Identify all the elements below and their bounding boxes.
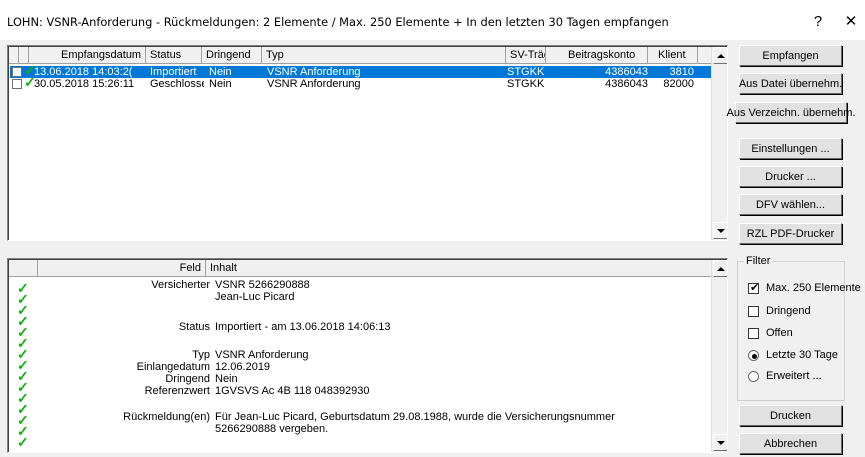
cell-typ: VSNR Anforderung	[267, 78, 361, 90]
scroll-up-arrow-icon[interactable]	[713, 260, 727, 277]
detail-key: Versicherter	[151, 279, 210, 291]
col-header-empfangsdatum[interactable]: Empfangsdatum	[29, 47, 146, 64]
detail-value: 12.06.2019	[215, 361, 271, 373]
list-scrollbar[interactable]	[711, 47, 727, 240]
cell-beitragskonto: 4386043	[605, 78, 648, 90]
einstellungen-button[interactable]: Einstellungen ...	[739, 138, 842, 159]
detail-key: Einlangedatum	[136, 361, 210, 373]
detail-value: Für Jean-Luc Picard, Geburtsdatum 29.08.…	[215, 411, 615, 423]
empfangen-button[interactable]: Empfangen	[739, 45, 842, 66]
cell-beitragskonto: 4386043	[605, 66, 648, 78]
message-list[interactable]: Empfangsdatum Status Dringend Typ SV-Trä…	[7, 45, 728, 241]
details-scrollbar[interactable]	[711, 260, 727, 452]
cell-klient: 82000	[663, 78, 694, 90]
cell-typ: VSNR Anforderung	[267, 66, 361, 78]
detail-key: Referenzwert	[144, 385, 210, 397]
col-header-klient[interactable]: Klient	[648, 47, 698, 64]
cell-dringend: Nein	[209, 78, 232, 90]
detail-value: Jean-Luc Picard	[215, 291, 295, 303]
detail-key: Typ	[192, 349, 210, 361]
filter-group: Filter ✔ Max. 250 Elemente Dringend Offe…	[737, 255, 861, 401]
detail-key: Rückmeldung(en)	[123, 411, 210, 423]
col-header-typ[interactable]: Typ	[262, 47, 506, 64]
detail-value: VSNR Anforderung	[215, 349, 309, 361]
cell-klient: 3810	[669, 66, 694, 78]
detail-key: Dringend	[165, 373, 210, 385]
detail-value: Nein	[215, 373, 238, 385]
table-row[interactable]: ✓ 30.05.2018 15:26:11 Geschlosse Nein VS…	[10, 75, 711, 90]
detail-value: Importiert - am 13.06.2018 14:06:13	[215, 321, 391, 333]
checkmark-icon: ✔	[750, 282, 760, 294]
title-bar: LOHN: VSNR-Anforderung - Rückmeldungen: …	[0, 0, 865, 40]
col-header-check[interactable]	[9, 47, 19, 64]
window-title: LOHN: VSNR-Anforderung - Rückmeldungen: …	[7, 15, 669, 29]
aus-verzeichnis-button[interactable]: Aus Verzeichn. übernehm.	[726, 102, 856, 123]
drucker-button[interactable]: Drucker ...	[739, 166, 842, 187]
scroll-up-arrow-icon[interactable]	[713, 47, 727, 64]
col-header-icon	[9, 260, 38, 277]
dfv-waehlen-button[interactable]: DFV wählen...	[739, 194, 842, 215]
cell-status: Geschlosse	[150, 78, 204, 90]
detail-value: 1GVSVS Ac 4B 118 048392930	[215, 385, 370, 397]
help-button[interactable]: ?	[805, 10, 831, 32]
scroll-down-arrow-icon[interactable]	[713, 222, 727, 239]
detail-value: VSNR 5266290888	[215, 279, 310, 291]
col-header-dringend[interactable]: Dringend	[202, 47, 262, 64]
scroll-down-arrow-icon[interactable]	[713, 434, 727, 451]
col-header-sv-traeger[interactable]: SV-Träger	[506, 47, 546, 64]
drucken-button[interactable]: Drucken	[739, 405, 842, 426]
row-checkbox[interactable]	[12, 79, 22, 89]
details-panel[interactable]: Feld Inhalt ✓ ✓ ✓ ✓ ✓ ✓ ✓ ✓ ✓ ✓ ✓ ✓ ✓ ✓ ✓ Versicherter…	[7, 258, 728, 453]
table-row[interactable]: ✓ 13.06.2018 14:03:2( Importiert Nein VS…	[10, 63, 711, 78]
rzl-pdf-drucker-button[interactable]: RZL PDF-Drucker	[739, 223, 842, 244]
cell-sv-traeger: STGKK	[507, 78, 545, 90]
cell-status: Importiert	[150, 66, 197, 78]
cell-dringend: Nein	[209, 66, 232, 78]
abbrechen-button[interactable]: Abbrechen	[739, 433, 842, 454]
check-icon: ✓	[17, 434, 29, 450]
col-header-inhalt[interactable]: Inhalt	[206, 260, 713, 277]
cell-empfangsdatum: 30.05.2018 15:26:11	[34, 78, 135, 90]
cell-sv-traeger: STGKK	[507, 66, 545, 78]
close-button[interactable]: ✕	[838, 10, 864, 32]
col-header-beitragskonto[interactable]: Beitragskonto	[546, 47, 648, 64]
col-header-feld[interactable]: Feld	[38, 260, 206, 277]
cell-empfangsdatum: 13.06.2018 14:03:2(	[34, 66, 133, 78]
row-checkbox[interactable]	[12, 67, 22, 77]
detail-key: Status	[178, 321, 210, 333]
col-header-status[interactable]: Status	[146, 47, 202, 64]
filter-title: Filter	[744, 255, 773, 267]
detail-value: 5266290888 vergeben.	[215, 423, 329, 435]
aus-datei-button[interactable]: Aus Datei übernehm.	[739, 73, 842, 94]
